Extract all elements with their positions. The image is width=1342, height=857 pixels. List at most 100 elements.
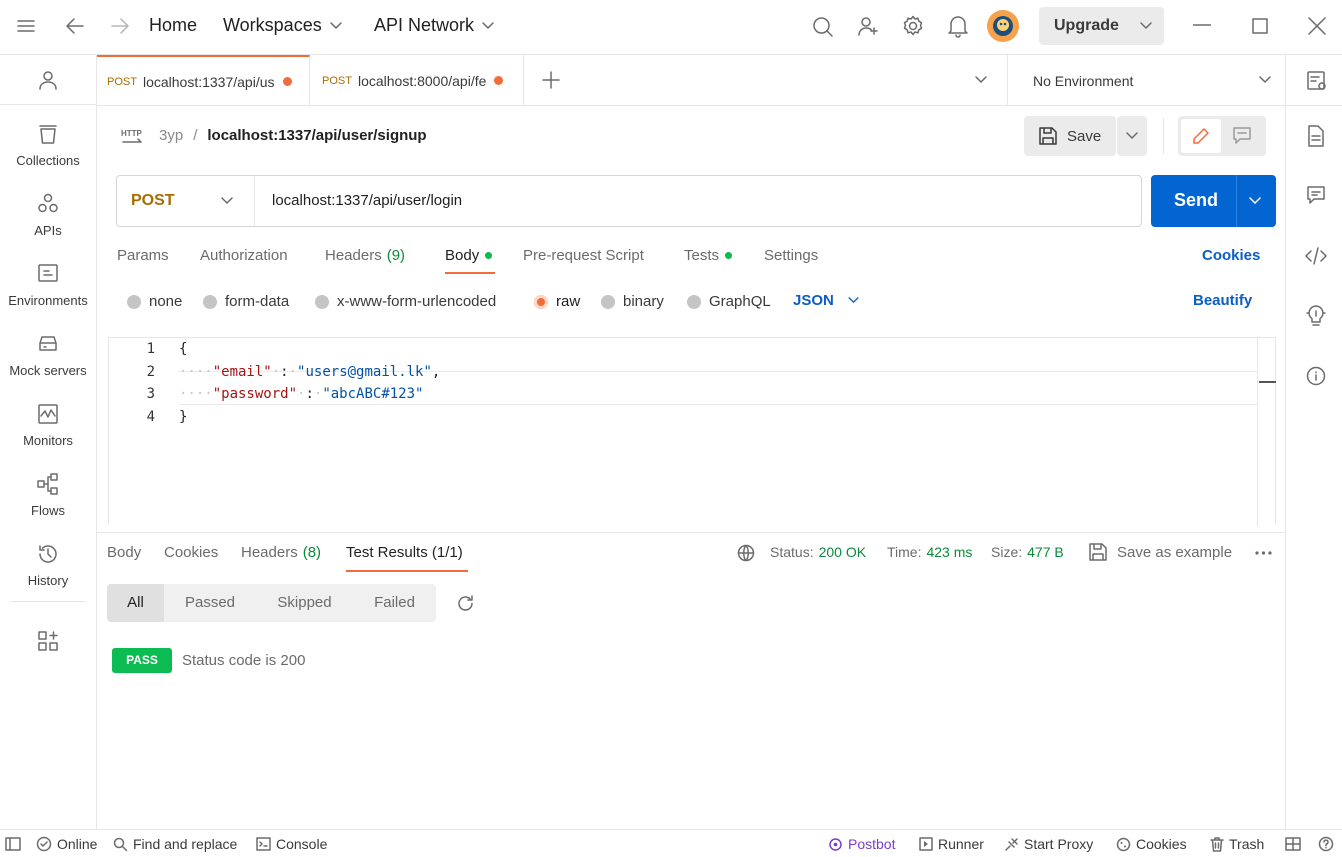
forward-arrow-icon[interactable] [110,17,130,35]
settings-gear-icon[interactable] [902,15,924,37]
tab-tests[interactable]: Tests [684,247,733,264]
more-options-icon[interactable] [1255,551,1272,555]
body-type-none[interactable]: none [127,293,182,310]
tab-params[interactable]: Params [117,247,169,264]
editor-scrollbar-marker[interactable] [1259,381,1276,383]
request-tab-active[interactable]: POST localhost:1337/api/us [97,55,310,106]
avatar[interactable] [987,10,1019,42]
filter-passed[interactable]: Passed [164,584,256,622]
notifications-bell-icon[interactable] [947,14,969,38]
sidebar-item-collections[interactable]: Collections [0,113,96,183]
response-tab-test-results[interactable]: Test Results (1/1) [346,544,463,561]
size-value[interactable]: 477 B [1027,544,1064,560]
save-as-example-button[interactable]: Save as example [1089,543,1232,561]
request-tab[interactable]: POST localhost:8000/api/fe [311,55,524,106]
layout-two-pane-icon[interactable] [1285,830,1306,857]
runner-button[interactable]: Runner [919,830,984,857]
response-tab-body[interactable]: Body [107,544,141,561]
cookies-button[interactable]: Cookies [1116,830,1187,857]
refresh-icon[interactable] [456,594,475,613]
breadcrumb-workspace[interactable]: 3yp [159,127,183,144]
chevron-down-icon[interactable] [1140,22,1152,30]
lightbulb-icon[interactable] [1306,305,1326,327]
filter-skipped[interactable]: Skipped [256,584,353,622]
search-icon[interactable] [812,16,834,38]
menu-icon[interactable] [17,18,35,34]
tab-authorization[interactable]: Authorization [200,247,288,264]
body-type-binary[interactable]: binary [601,293,664,310]
page-title[interactable]: localhost:1337/api/user/signup [207,127,426,144]
workspaces-menu[interactable]: Workspaces [223,15,342,36]
new-tab-plus-icon[interactable] [542,71,560,89]
online-status[interactable]: Online [36,830,97,857]
sidebar-item-history[interactable]: History [0,533,96,603]
api-network-menu[interactable]: API Network [374,15,494,36]
body-type-raw[interactable]: raw [534,293,580,310]
tab-body[interactable]: Body [445,247,493,264]
response-tab-headers[interactable]: Headers (8) [241,544,321,561]
cookies-link[interactable]: Cookies [1202,247,1260,264]
format-selector[interactable]: JSON [793,292,859,309]
save-button[interactable]: Save [1024,116,1116,156]
sidebar-item-apis[interactable]: APIs [0,183,96,253]
toggle-sidebar-icon[interactable] [5,830,26,857]
edit-mode-button[interactable] [1181,119,1221,153]
sidebar-item-mock-servers[interactable]: Mock servers [0,323,96,393]
radio-button[interactable] [203,294,217,309]
info-icon[interactable] [1306,366,1326,386]
postbot-button[interactable]: Postbot [828,830,895,857]
tab-headers[interactable]: Headers (9) [325,247,405,264]
sidebar-item-environments[interactable]: Environments [0,253,96,323]
time-value[interactable]: 423 ms [926,544,972,560]
method-selector[interactable]: POST [117,176,255,226]
start-proxy-button[interactable]: Start Proxy [1004,830,1093,857]
response-divider[interactable] [97,532,1285,533]
send-options-chevron-icon[interactable] [1249,197,1261,205]
api-network-label: API Network [374,15,475,35]
radio-button-selected[interactable] [534,294,548,309]
radio-button[interactable] [127,294,141,309]
radio-button[interactable] [315,294,329,309]
environment-quick-look-icon[interactable] [1306,70,1328,92]
status-value[interactable]: 200 OK [819,544,866,560]
body-type-form-data[interactable]: form-data [203,293,289,310]
body-editor[interactable]: 1 2 3 4 { ····"email"·:·"users@gmail.lk"… [108,337,1276,526]
response-tab-cookies[interactable]: Cookies [164,544,218,561]
url-input[interactable]: localhost:1337/api/user/login [272,192,462,209]
environment-selector[interactable]: No Environment [1008,55,1285,106]
comments-icon[interactable] [1306,185,1326,205]
tab-settings[interactable]: Settings [764,247,818,264]
back-arrow-icon[interactable] [65,17,85,35]
console-button[interactable]: Console [256,830,327,857]
sidebar-item-flows[interactable]: Flows [0,463,96,533]
body-type-urlencoded[interactable]: x-www-form-urlencoded [315,293,496,310]
globe-icon[interactable] [737,544,755,562]
upgrade-button[interactable]: Upgrade [1039,7,1164,45]
configure-sidebar-icon[interactable] [37,630,59,652]
invite-user-icon[interactable] [857,15,879,37]
beautify-button[interactable]: Beautify [1193,292,1252,309]
tabs-dropdown-chevron-icon[interactable] [975,76,987,84]
filter-all[interactable]: All [107,584,164,622]
trash-button[interactable]: Trash [1210,830,1264,857]
save-options-button[interactable] [1117,116,1147,156]
sidebar-item-monitors[interactable]: Monitors [0,393,96,463]
find-and-replace-button[interactable]: Find and replace [113,830,237,857]
user-icon[interactable] [38,70,58,90]
minimize-icon[interactable] [1193,24,1211,26]
maximize-icon[interactable] [1252,18,1268,34]
code-icon[interactable] [1305,247,1327,265]
documentation-icon[interactable] [1306,125,1326,147]
comment-mode-icon[interactable] [1233,127,1251,145]
close-icon[interactable] [1308,17,1326,35]
environment-label: No Environment [1033,72,1134,89]
tab-pre-request-script[interactable]: Pre-request Script [523,247,644,264]
filter-failed[interactable]: Failed [353,584,436,622]
body-type-graphql[interactable]: GraphQL [687,293,771,310]
radio-button[interactable] [687,294,701,309]
home-link[interactable]: Home [149,15,197,36]
find-and-replace-label: Find and replace [133,836,238,852]
radio-button[interactable] [601,294,615,309]
help-icon[interactable] [1318,830,1339,857]
send-button[interactable]: Send [1151,175,1276,227]
